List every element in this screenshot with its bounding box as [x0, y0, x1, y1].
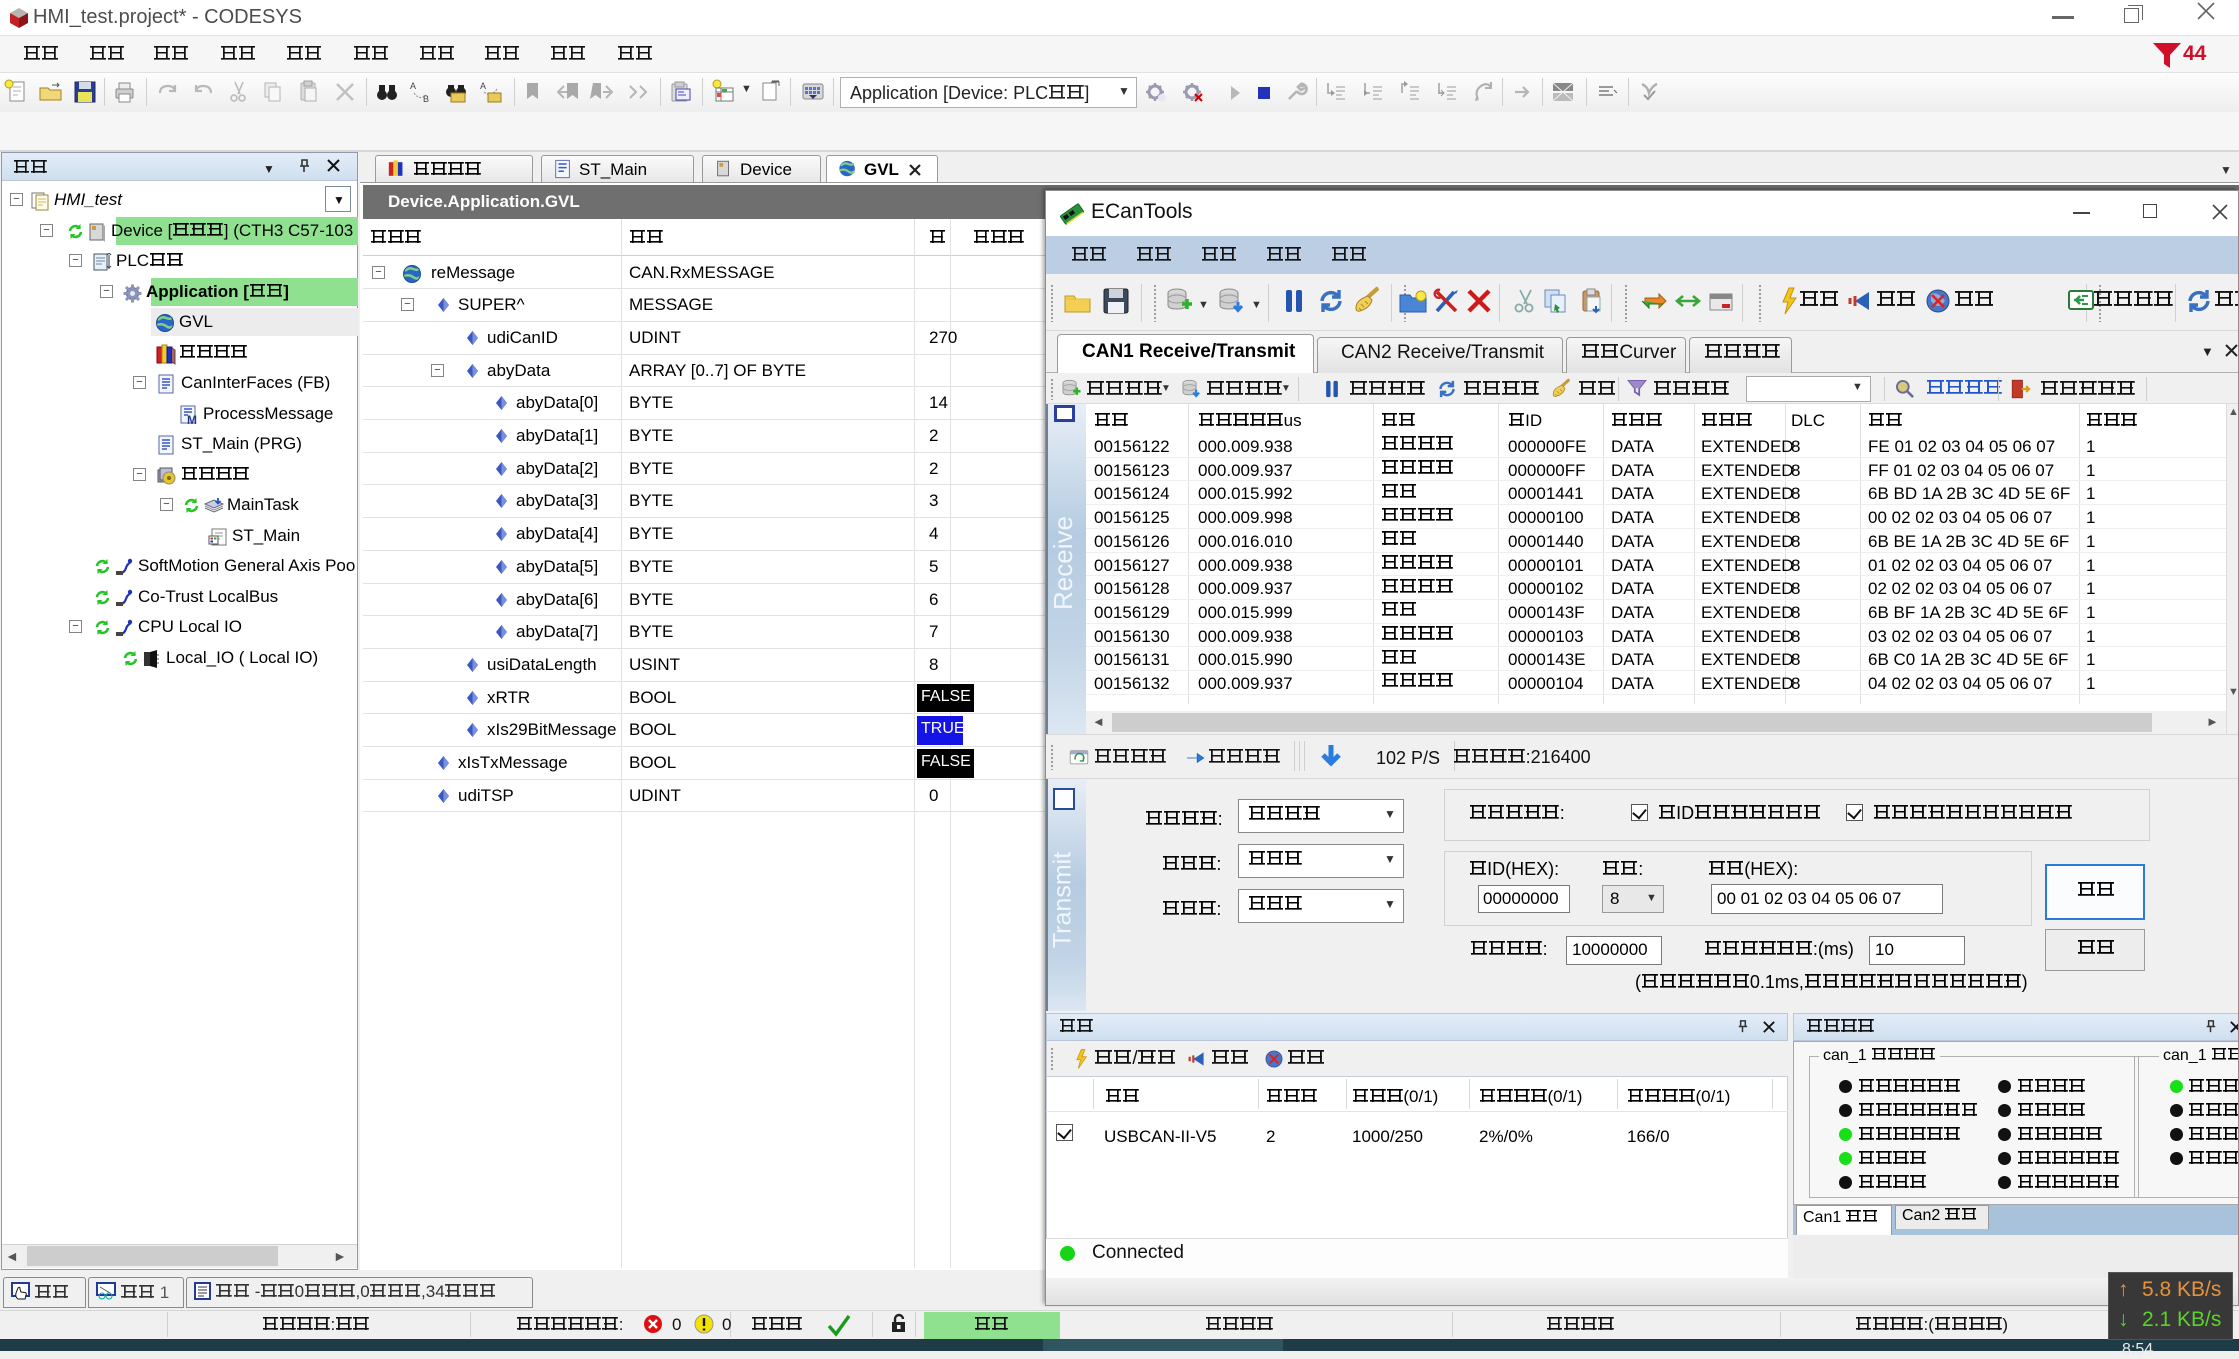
svg-text:A: A	[480, 81, 486, 91]
svg-text:B: B	[423, 94, 429, 104]
svg-text:A: A	[410, 81, 416, 91]
svg-text:M: M	[187, 413, 197, 425]
